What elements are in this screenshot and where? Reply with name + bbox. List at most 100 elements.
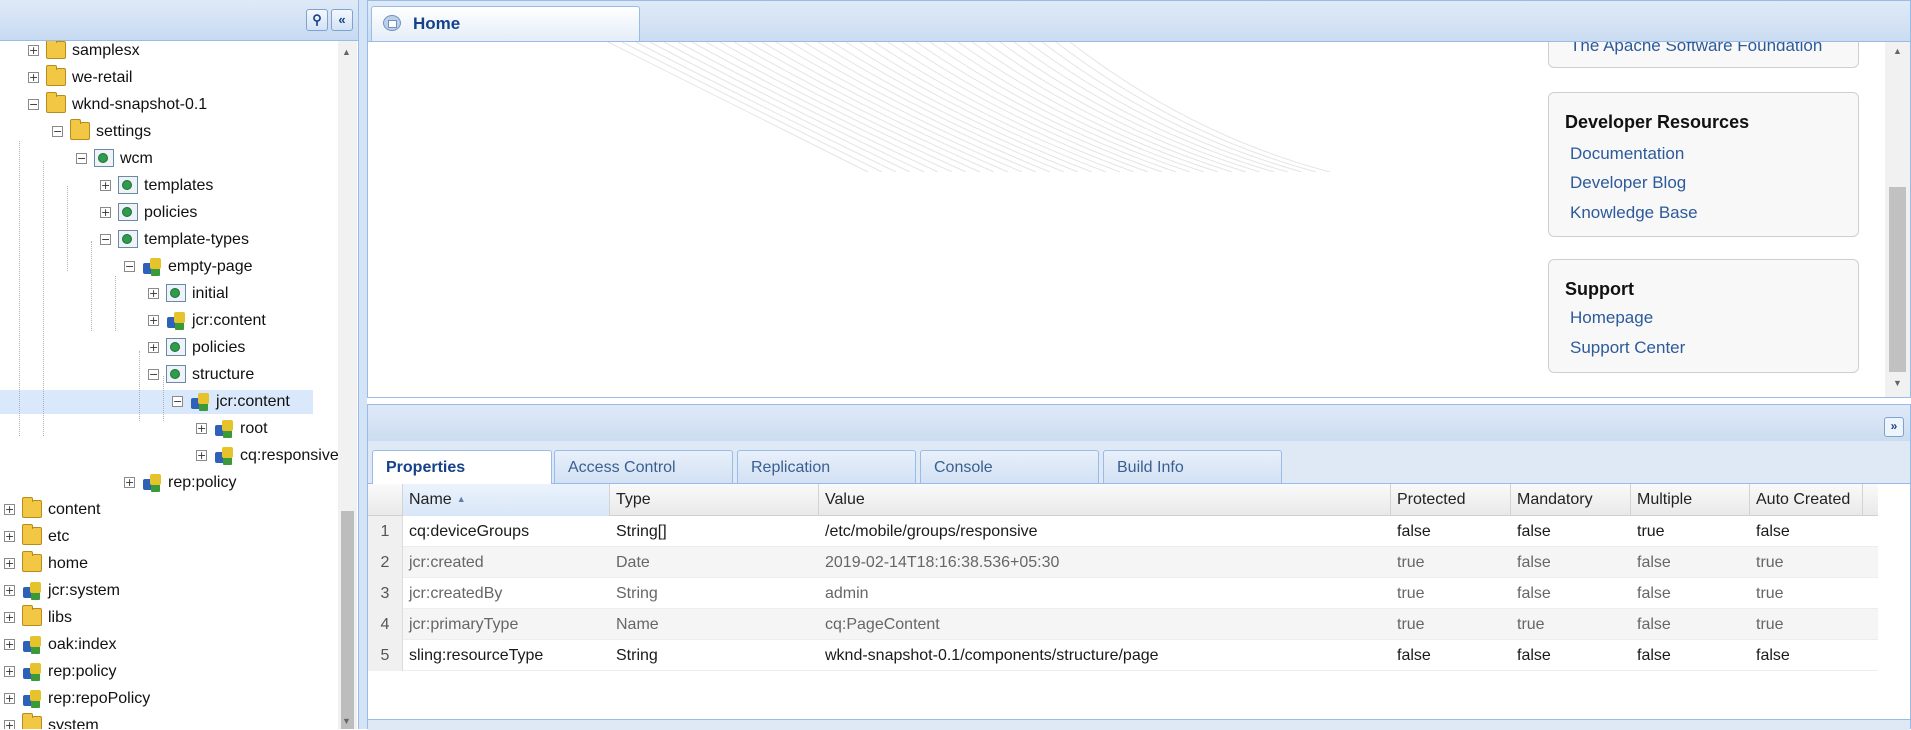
table-row[interactable]: 3 jcr:createdBy String admin true false false t…	[368, 578, 1878, 609]
tree-node[interactable]: + rep:policy	[0, 471, 338, 495]
expand-icon[interactable]: +	[4, 720, 15, 729]
tree-node[interactable]: + rep:repoPolicy	[0, 687, 338, 711]
cell-name: jcr:createdBy	[409, 585, 503, 602]
panel-splitter[interactable]	[359, 0, 367, 729]
tree-scrollbar[interactable]	[338, 41, 357, 729]
tab-access-control[interactable]: Access Control	[554, 450, 733, 483]
folder-icon	[70, 119, 90, 140]
link-documentation[interactable]: Documentation	[1570, 144, 1684, 164]
tab-build-info[interactable]: Build Info	[1103, 450, 1282, 483]
row-number-header	[368, 484, 403, 516]
collapse-icon[interactable]: −	[172, 396, 183, 407]
binoculars-icon[interactable]: ⚲	[306, 9, 328, 31]
tree-node[interactable]: + root	[0, 417, 338, 441]
collapse-icon[interactable]: −	[124, 261, 135, 272]
tree-node[interactable]: − structure	[0, 363, 338, 387]
collapse-icon[interactable]: −	[100, 234, 111, 245]
tree-node-label: settings	[96, 123, 152, 140]
expand-icon[interactable]: +	[100, 180, 111, 191]
cell-num: 3	[368, 578, 403, 609]
tree-node[interactable]: + jcr:system	[0, 579, 338, 603]
home-scrollbar-thumb[interactable]	[1889, 187, 1906, 372]
expand-icon[interactable]: +	[196, 450, 207, 461]
tree-node[interactable]: − settings	[0, 119, 338, 144]
tree-node[interactable]: + templates	[0, 174, 338, 198]
tree-scrollbar-thumb[interactable]	[341, 511, 354, 729]
expand-icon[interactable]: +	[4, 585, 15, 596]
table-row[interactable]: 4 jcr:primaryType Name cq:PageContent true tr…	[368, 609, 1878, 640]
tree-node[interactable]: + policies	[0, 201, 338, 225]
cell-name: cq:deviceGroups	[409, 523, 530, 540]
table-row[interactable]: 1 cq:deviceGroups String[] /etc/mobile/grou…	[368, 516, 1878, 547]
home-scrollbar[interactable]	[1885, 42, 1910, 397]
double-chevron-left-icon[interactable]: «	[331, 9, 353, 31]
tree-node[interactable]: − template-types	[0, 228, 338, 252]
column-header-type[interactable]: Type	[610, 484, 819, 516]
table-row[interactable]: 2 jcr:created Date 2019-02-14T18:16:38.536+…	[368, 547, 1878, 578]
tree-node[interactable]: + content	[0, 497, 338, 522]
tree-node[interactable]: + libs	[0, 605, 338, 630]
cell-name: sling:resourceType	[409, 647, 544, 664]
cell-auto: false	[1756, 523, 1790, 540]
link-developer-blog[interactable]: Developer Blog	[1570, 173, 1686, 193]
cell-mandatory: false	[1517, 523, 1551, 540]
tree-node[interactable]: + home	[0, 551, 338, 576]
collapse-icon[interactable]: −	[76, 153, 87, 164]
tree-node[interactable]: − empty-page	[0, 255, 338, 279]
tab-console[interactable]: Console	[920, 450, 1099, 483]
expand-icon[interactable]: +	[196, 423, 207, 434]
link-apache-foundation[interactable]: The Apache Software Foundation	[1570, 42, 1822, 56]
double-chevron-down-icon[interactable]: »	[1884, 417, 1904, 437]
cell-auto: true	[1756, 585, 1784, 602]
tree-node[interactable]: − jcr:content	[0, 390, 313, 414]
cell-type: String	[616, 585, 658, 602]
link-knowledge-base[interactable]: Knowledge Base	[1570, 203, 1698, 223]
expand-icon[interactable]: +	[4, 504, 15, 515]
tab-home[interactable]: Home	[371, 6, 640, 41]
tree-node[interactable]: + oak:index	[0, 633, 338, 657]
tree-node[interactable]: + cq:responsive	[0, 444, 338, 468]
link-support-center[interactable]: Support Center	[1570, 338, 1685, 358]
expand-icon[interactable]: +	[4, 612, 15, 623]
expand-icon[interactable]: +	[4, 531, 15, 542]
tree-node[interactable]: + we-retail	[0, 65, 338, 90]
tree-node[interactable]: + policies	[0, 336, 338, 360]
tree-node[interactable]: − wcm	[0, 147, 338, 171]
table-row[interactable]: 5 sling:resourceType String wknd-snapshot-0…	[368, 640, 1878, 671]
column-header-value[interactable]: Value	[819, 484, 1391, 516]
tree-node-label: libs	[48, 609, 73, 626]
column-header-name[interactable]: Name ▲	[403, 484, 610, 516]
collapse-icon[interactable]: −	[52, 126, 63, 137]
expand-icon[interactable]: +	[4, 558, 15, 569]
expand-icon[interactable]: +	[100, 207, 111, 218]
collapse-icon[interactable]: −	[28, 99, 39, 110]
column-header-label: Name	[409, 491, 452, 508]
cell-multiple: false	[1637, 647, 1671, 664]
expand-icon[interactable]: +	[4, 666, 15, 677]
cell-name: jcr:created	[409, 554, 484, 571]
expand-icon[interactable]: +	[4, 693, 15, 704]
tree-node[interactable]: + initial	[0, 282, 338, 306]
tree-node[interactable]: + samplesx	[0, 41, 338, 63]
link-homepage[interactable]: Homepage	[1570, 308, 1653, 328]
expand-icon[interactable]: +	[28, 45, 39, 56]
column-header-mandatory[interactable]: Mandatory	[1511, 484, 1631, 516]
tree-node[interactable]: + etc	[0, 524, 338, 549]
expand-icon[interactable]: +	[148, 288, 159, 299]
tree-node[interactable]: − wknd-snapshot-0.1	[0, 92, 338, 117]
expand-icon[interactable]: +	[4, 639, 15, 650]
expand-icon[interactable]: +	[28, 72, 39, 83]
tree-node[interactable]: + jcr:content	[0, 309, 338, 333]
tree-guide-line	[67, 186, 68, 271]
tab-replication[interactable]: Replication	[737, 450, 916, 483]
expand-icon[interactable]: +	[148, 342, 159, 353]
tree-node[interactable]: + rep:policy	[0, 660, 338, 684]
tree-node[interactable]: + system	[0, 713, 338, 729]
tab-properties[interactable]: Properties	[372, 450, 552, 484]
collapse-icon[interactable]: −	[148, 369, 159, 380]
column-header-multiple[interactable]: Multiple	[1631, 484, 1750, 516]
expand-icon[interactable]: +	[148, 315, 159, 326]
expand-icon[interactable]: +	[124, 477, 135, 488]
column-header-auto-created[interactable]: Auto Created	[1750, 484, 1863, 516]
column-header-protected[interactable]: Protected	[1391, 484, 1511, 516]
